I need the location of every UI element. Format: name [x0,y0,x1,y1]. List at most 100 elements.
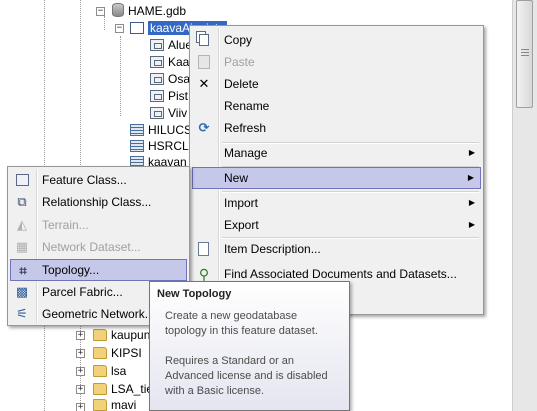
menu-item-label: Copy [224,33,253,47]
collapse-toggle[interactable]: − [96,7,105,16]
parcel-fabric-icon: ▩ [15,284,29,299]
feature-class-label: Kaa [168,55,190,69]
menu-item-export[interactable]: Export ▶ [192,214,481,236]
submenu-arrow-icon: ▶ [467,173,474,182]
feature-dataset-icon [130,22,144,34]
tree-node-folder[interactable]: lsa [93,362,126,380]
folder-label: KIPSI [111,346,142,360]
menu-item-label: Refresh [224,121,267,135]
feature-class-label: Pist [168,89,189,103]
vertical-scrollbar[interactable] [512,0,537,411]
menu-item-delete[interactable]: ✕ Delete [192,73,481,95]
tree-node-folder[interactable]: kaupun [93,326,150,344]
tree-connector-line [120,36,121,116]
folder-label: mavi [111,398,137,411]
feature-class-icon [16,174,29,186]
tree-node-feature-class[interactable]: Viiv [150,104,187,122]
menu-item-item-description[interactable]: Item Description... [192,238,481,260]
delete-icon: ✕ [198,76,210,91]
folder-icon [93,329,107,341]
submenu-item-terrain: ◭ Terrain... [10,214,187,236]
scrollbar-grip-icon [521,49,529,58]
terrain-icon: ◭ [17,217,27,232]
refresh-icon: ⟳ [198,120,210,135]
menu-item-label: Network Dataset... [42,240,141,254]
submenu-arrow-icon: ▶ [468,148,475,157]
polygon-feature-class-icon [150,56,164,68]
table-icon [130,140,144,152]
menu-item-label: Topology... [42,263,100,277]
expand-toggle[interactable]: + [76,385,85,394]
menu-item-label: Import [224,196,259,210]
tooltip-title: New Topology [157,288,232,300]
expand-toggle[interactable]: + [76,367,85,376]
binoculars-icon: ⚲ [198,266,210,282]
feature-class-label: Osa [168,72,191,86]
point-feature-class-icon [150,90,164,102]
table-icon [130,124,144,136]
tree-node-feature-class[interactable]: Kaa [150,53,189,71]
menu-item-rename[interactable]: Rename [192,95,481,117]
menu-item-label: Feature Class... [42,173,127,187]
menu-item-refresh[interactable]: ⟳ Refresh [192,117,481,139]
tooltip-line: Create a new geodatabase [165,310,298,322]
tooltip-line: Advanced license and is disabled [165,370,328,382]
table-label: HILUCS [148,123,193,137]
menu-item-label: Item Description... [224,242,321,256]
folder-icon [93,383,107,395]
menu-item-label: New [224,171,249,185]
collapse-toggle[interactable]: − [115,24,124,33]
folder-label: lsa [111,364,127,378]
relationship-class-icon: ⧉ [17,194,27,209]
menu-item-label: Find Associated Documents and Datasets..… [224,267,457,281]
menu-item-label: Delete [224,77,259,91]
menu-item-label: Terrain... [42,218,89,232]
tree-node-feature-class[interactable]: Alue [150,36,192,54]
menu-item-import[interactable]: Import ▶ [192,192,481,214]
submenu-item-network-dataset: ▦ Network Dataset... [10,236,187,258]
feature-class-label: Viiv [168,106,188,120]
geometric-network-icon: ⚟ [16,306,28,321]
menu-item-label: Paste [224,55,255,69]
tree-node-gdb[interactable]: HAME.gdb [112,2,186,20]
menu-item-label: Relationship Class... [42,195,152,209]
folder-label: kaupun [111,328,151,342]
tree-node-feature-class[interactable]: Pist [150,87,188,105]
submenu-item-feature-class[interactable]: Feature Class... [10,169,187,191]
menu-item-new[interactable]: New ▶ [192,167,481,189]
tree-node-folder[interactable]: mavi [93,396,136,411]
folder-icon [93,347,107,359]
menu-item-label: Geometric Network... [42,307,155,321]
geodatabase-icon [112,3,124,17]
polygon-feature-class-icon [150,73,164,85]
folder-label: LSA_tie [111,382,154,396]
expand-toggle[interactable]: + [76,349,85,358]
folder-icon [93,365,107,377]
table-label: HSRCL [148,139,189,153]
item-description-icon [198,242,209,256]
tree-connector-line [104,16,105,30]
copy-icon [199,34,209,46]
line-feature-class-icon [150,107,164,119]
expand-toggle[interactable]: + [76,331,85,340]
tree-node-folder[interactable]: KIPSI [93,344,142,362]
tree-node-feature-class[interactable]: Osa [150,70,190,88]
submenu-item-topology[interactable]: ⌗ Topology... [10,259,187,281]
scrollbar-thumb[interactable] [516,0,533,108]
network-dataset-icon: ▦ [15,239,29,254]
topology-icon: ⌗ [19,263,27,278]
tooltip-line: with a Basic license. [165,385,265,397]
submenu-item-relationship-class[interactable]: ⧉ Relationship Class... [10,191,187,213]
menu-item-label: Parcel Fabric... [42,285,123,299]
menu-item-copy[interactable]: Copy [192,29,481,51]
menu-item-label: Export [224,218,259,232]
menu-item-manage[interactable]: Manage ▶ [192,142,481,164]
menu-item-label: Manage [224,146,268,160]
submenu-arrow-icon: ▶ [468,220,475,229]
expand-toggle[interactable]: + [76,403,85,411]
menu-item-paste: Paste [192,51,481,73]
submenu-arrow-icon: ▶ [468,198,475,207]
tooltip-line: Requires a Standard or an [165,355,295,367]
tooltip-line: topology in this feature dataset. [165,325,318,337]
topology-tooltip: New Topology Create a new geodatabase to… [149,281,350,411]
